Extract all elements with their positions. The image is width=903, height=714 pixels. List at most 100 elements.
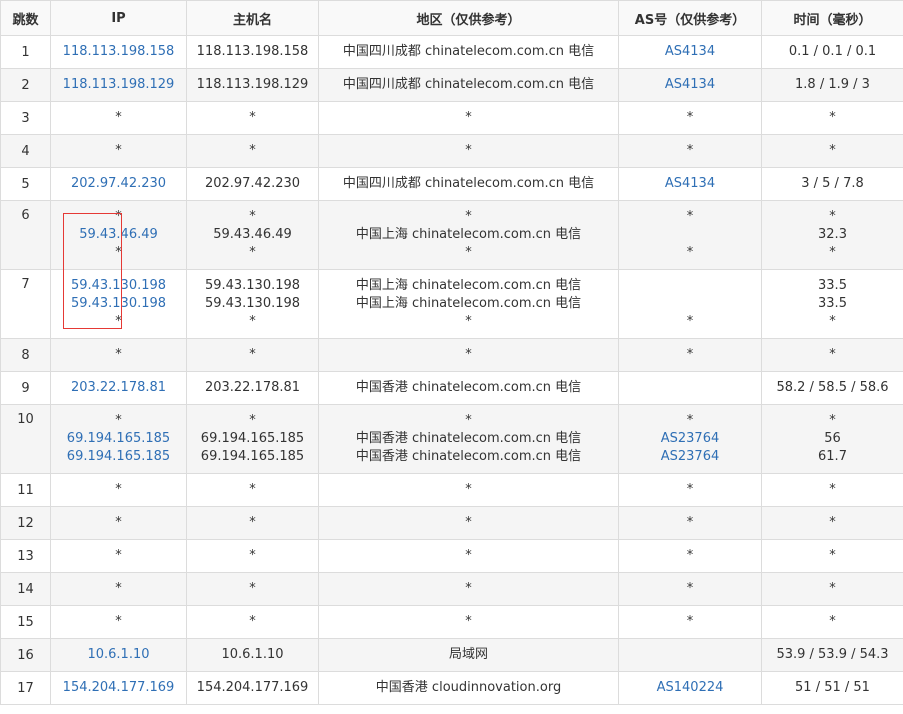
hostname-cell: * 59.43.46.49 * xyxy=(186,200,319,270)
ip-link[interactable]: 203.22.178.81 xyxy=(71,379,166,397)
table-row: 13 * * * * * xyxy=(0,539,903,573)
time-cell: * xyxy=(761,605,903,639)
hop-cell: 3 xyxy=(0,101,51,135)
region-cell: * xyxy=(318,134,619,168)
as-cell: * xyxy=(618,134,762,168)
host-value: 59.43.46.49 xyxy=(213,227,292,242)
region-value: * xyxy=(465,245,472,260)
hop-cell: 15 xyxy=(0,605,51,639)
time-value: * xyxy=(829,143,836,158)
hostname-cell: 202.97.42.230 xyxy=(186,167,319,201)
time-value: 32.3 xyxy=(818,227,847,242)
header-hop: 跳数 xyxy=(0,0,51,36)
as-cell: * * xyxy=(618,200,762,270)
host-value: 69.194.165.185 xyxy=(200,449,305,464)
as-value: * xyxy=(686,581,694,596)
hop-cell: 6 xyxy=(0,200,51,270)
host-value: * xyxy=(249,110,256,125)
time-value: * xyxy=(829,347,836,362)
table-row: 16 10.6.1.10 10.6.1.10 局域网 53.9 / 53.9 / 54.… xyxy=(0,638,903,672)
ip-value: * xyxy=(115,413,122,428)
host-value: 118.113.198.158 xyxy=(196,44,309,59)
time-value: 61.7 xyxy=(818,449,847,464)
as-value: * xyxy=(686,347,694,362)
ip-cell: * xyxy=(50,605,187,639)
host-value: 154.204.177.169 xyxy=(196,680,309,695)
table-header-row: 跳数 IP 主机名 地区（仅供参考） AS号（仅供参考） 时间（毫秒） xyxy=(0,0,903,36)
table-row: 15 * * * * * xyxy=(0,605,903,639)
as-value: * xyxy=(686,614,694,629)
time-value: * xyxy=(829,581,836,596)
as-link[interactable]: AS140224 xyxy=(657,679,724,697)
ip-value: * xyxy=(115,482,122,497)
ip-cell: 59.43.130.198 59.43.130.198 * xyxy=(50,269,187,339)
region-value: * xyxy=(465,515,472,530)
as-link[interactable]: AS23764 xyxy=(661,448,720,466)
ip-link[interactable]: 69.194.165.185 xyxy=(67,448,170,466)
ip-link[interactable]: 118.113.198.158 xyxy=(63,43,175,61)
as-link[interactable]: AS4134 xyxy=(665,43,715,61)
region-value: 中国上海 chinatelecom.com.cn 电信 xyxy=(355,227,582,242)
time-value: * xyxy=(829,245,836,260)
as-value: * xyxy=(686,314,694,329)
time-cell: 3 / 5 / 7.8 xyxy=(761,167,903,201)
traceroute-table: 跳数 IP 主机名 地区（仅供参考） AS号（仅供参考） 时间（毫秒） 1 118… xyxy=(0,0,903,705)
hostname-cell: 203.22.178.81 xyxy=(186,371,319,405)
hostname-cell: * xyxy=(186,605,319,639)
ip-link[interactable]: 59.43.130.198 xyxy=(71,295,166,313)
ip-cell: * xyxy=(50,539,187,573)
host-value: * xyxy=(249,314,256,329)
region-cell: 中国四川成都 chinatelecom.com.cn 电信 xyxy=(318,167,619,201)
hop-cell: 13 xyxy=(0,539,51,573)
hop-cell: 2 xyxy=(0,68,51,102)
hop-cell: 1 xyxy=(0,35,51,69)
as-link[interactable]: AS23764 xyxy=(661,430,720,448)
hostname-cell: 118.113.198.158 xyxy=(186,35,319,69)
ip-value: * xyxy=(115,614,122,629)
as-value: * xyxy=(686,482,694,497)
region-value: 中国上海 chinatelecom.com.cn 电信 xyxy=(355,296,582,311)
hop-cell: 12 xyxy=(0,506,51,540)
table-row: 4 * * * * * xyxy=(0,134,903,168)
ip-link[interactable]: 69.194.165.185 xyxy=(67,430,170,448)
ip-value: * xyxy=(115,314,122,329)
region-value: 中国四川成都 chinatelecom.com.cn 电信 xyxy=(342,44,595,59)
region-value: * xyxy=(465,413,472,428)
time-value: * xyxy=(829,482,836,497)
as-value: * xyxy=(686,245,694,260)
ip-link[interactable]: 10.6.1.10 xyxy=(87,646,149,664)
ip-link[interactable]: 118.113.198.129 xyxy=(63,76,175,94)
ip-link[interactable]: 59.43.130.198 xyxy=(71,277,166,295)
host-value: * xyxy=(249,413,256,428)
region-value: * xyxy=(465,143,472,158)
hop-cell: 14 xyxy=(0,572,51,606)
table-row: 1 118.113.198.158 118.113.198.158 中国四川成都 ch… xyxy=(0,35,903,69)
ip-link[interactable]: 59.43.46.49 xyxy=(79,226,158,244)
time-value: 0.1 / 0.1 / 0.1 xyxy=(788,44,877,59)
hostname-cell: 118.113.198.129 xyxy=(186,68,319,102)
hostname-cell: 59.43.130.198 59.43.130.198 * xyxy=(186,269,319,339)
header-time: 时间（毫秒） xyxy=(761,0,903,36)
ip-link[interactable]: 154.204.177.169 xyxy=(63,679,175,697)
hop-cell: 8 xyxy=(0,338,51,372)
ip-value: * xyxy=(115,143,122,158)
as-link[interactable]: AS4134 xyxy=(665,76,715,94)
region-cell: * xyxy=(318,101,619,135)
ip-link[interactable]: 202.97.42.230 xyxy=(71,175,166,193)
table-row: 3 * * * * * xyxy=(0,101,903,135)
time-value: 3 / 5 / 7.8 xyxy=(801,176,864,191)
ip-value: * xyxy=(115,245,122,260)
host-value: 118.113.198.129 xyxy=(196,77,309,92)
region-cell: 中国香港 chinatelecom.com.cn 电信 xyxy=(318,371,619,405)
host-value: * xyxy=(249,347,256,362)
region-value: * xyxy=(465,110,472,125)
table-row: 12 * * * * * xyxy=(0,506,903,540)
time-cell: 1.8 / 1.9 / 3 xyxy=(761,68,903,102)
time-value: 51 / 51 / 51 xyxy=(795,680,870,695)
time-cell: 33.5 33.5 * xyxy=(761,269,903,339)
ip-cell: * xyxy=(50,134,187,168)
as-link[interactable]: AS4134 xyxy=(665,175,715,193)
as-cell: * xyxy=(618,605,762,639)
time-cell: 53.9 / 53.9 / 54.3 xyxy=(761,638,903,672)
region-cell: * xyxy=(318,506,619,540)
